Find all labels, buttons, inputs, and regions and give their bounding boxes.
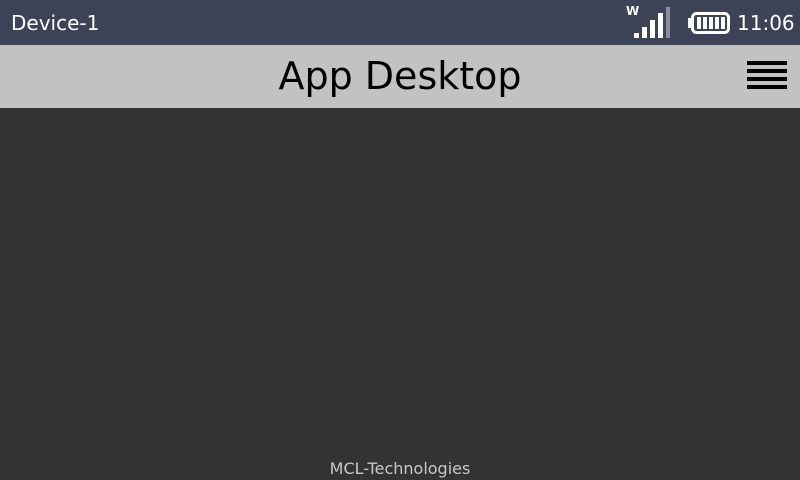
menu-button[interactable]: [745, 59, 789, 93]
app-screen: Device-1 W 11:06 App Desktop MCL-Technol…: [0, 0, 800, 480]
status-bar: Device-1 W 11:06: [0, 0, 800, 45]
desktop-area: [0, 108, 800, 480]
footer-brand: MCL-Technologies: [329, 459, 471, 478]
title-bar: App Desktop: [0, 45, 800, 108]
page-title: App Desktop: [278, 54, 522, 98]
network-type-label: W: [626, 4, 640, 18]
battery-icon: [688, 12, 730, 34]
battery-status: [688, 12, 730, 34]
signal-strength: W: [626, 4, 672, 40]
device-name: Device-1: [11, 11, 100, 35]
clock: 11:06: [737, 11, 795, 35]
hamburger-menu-icon: [747, 61, 787, 89]
